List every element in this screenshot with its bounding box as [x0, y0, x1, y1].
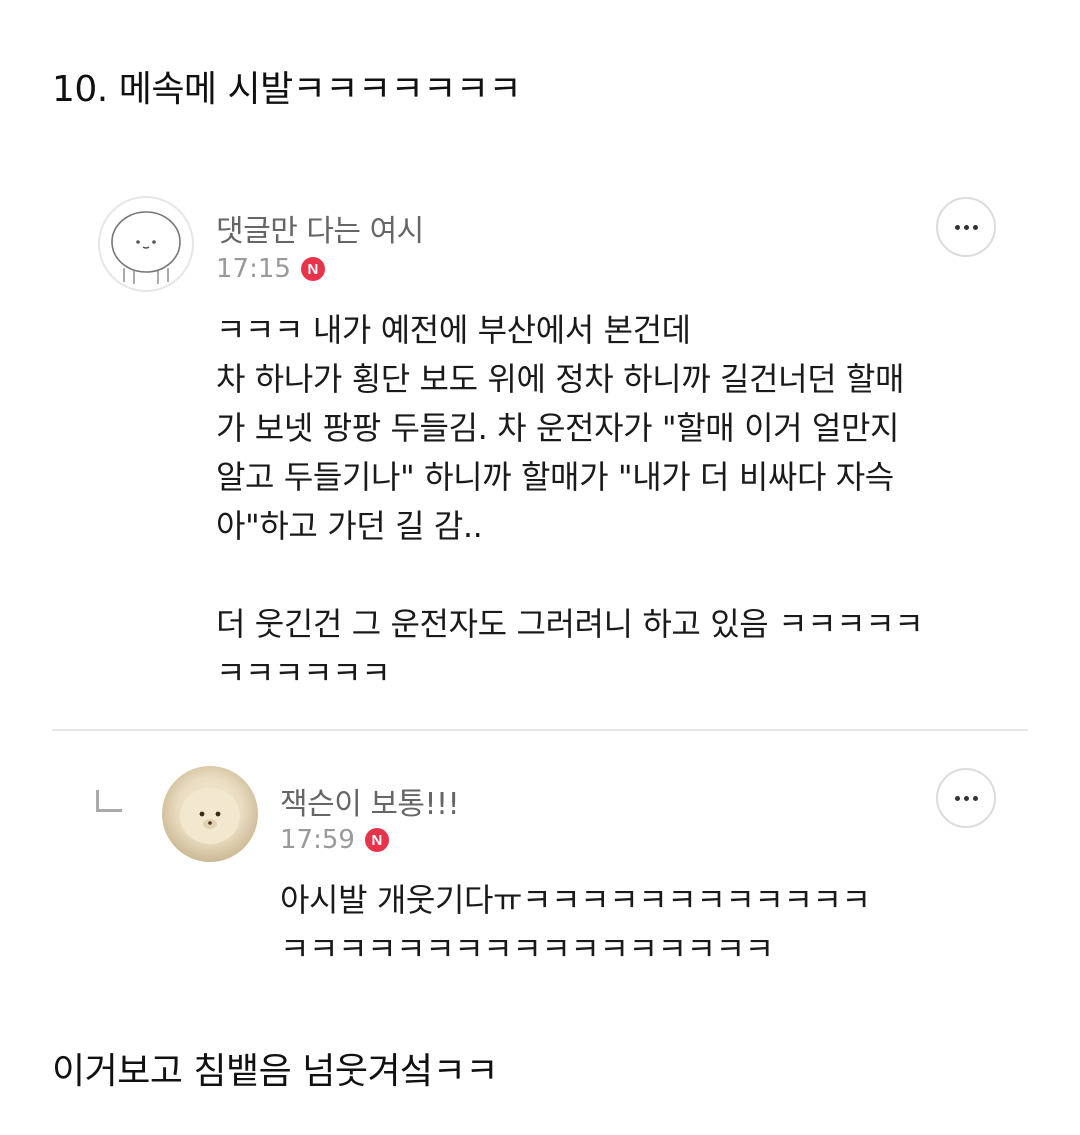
post-heading: 10. 메속메 시발ㅋㅋㅋㅋㅋㅋㅋ: [52, 69, 522, 110]
comment-body: 아시발 개웃기다ㅠㅋㅋㅋㅋㅋㅋㅋㅋㅋㅋㅋㅋ ㅋㅋㅋㅋㅋㅋㅋㅋㅋㅋㅋㅋㅋㅋㅋㅋㅋ: [280, 876, 871, 974]
post-footer-text: 이거보고 침뱉음 넘웃겨섴ㅋㅋ: [52, 1051, 498, 1092]
comment-line: ㅋㅋㅋㅋㅋㅋ: [216, 654, 391, 692]
comment-meta: 17:15 N: [216, 254, 325, 284]
comment-nickname[interactable]: 잭슨이 보통!!!: [280, 779, 460, 823]
comment-line: 더 웃긴건 그 운전자도 그러려니 하고 있음 ㅋㅋㅋㅋㅋ: [216, 605, 924, 643]
cartoon-face-avatar[interactable]: [98, 196, 194, 292]
more-dots-icon: [954, 795, 978, 801]
cartoon-face-icon: [111, 211, 181, 284]
comment-divider: [52, 729, 1028, 731]
comment-body: ㅋㅋㅋ 내가 예전에 부산에서 본건데 차 하나가 횡단 보도 위에 정차 하니…: [216, 306, 924, 698]
comment-line: ㅋㅋㅋ 내가 예전에 부산에서 본건데: [216, 311, 691, 349]
more-options-button[interactable]: [936, 768, 996, 828]
comment-time: 17:15: [216, 254, 291, 284]
comment-line: 아"하고 가던 길 감..: [216, 507, 483, 545]
teddy-bear-avatar[interactable]: [162, 766, 258, 862]
comment-line: 차 하나가 횡단 보도 위에 정차 하니까 길건너던 할매: [216, 360, 905, 398]
more-options-button[interactable]: [936, 197, 996, 257]
reply-arrow-icon: [96, 790, 122, 812]
comment-meta: 17:59 N: [280, 825, 389, 855]
comment-line: 알고 두들기나" 하니까 할매가 "내가 더 비싸다 자슥: [216, 458, 894, 496]
comment-time: 17:59: [280, 825, 355, 855]
new-badge: N: [300, 257, 325, 281]
new-badge: N: [364, 828, 389, 852]
teddy-bear-icon: [180, 788, 240, 844]
comment-line: 가 보넷 팡팡 두들김. 차 운전자가 "할매 이거 얼만지: [216, 409, 900, 447]
more-dots-icon: [954, 224, 978, 230]
comment-line: ㅋㅋㅋㅋㅋㅋㅋㅋㅋㅋㅋㅋㅋㅋㅋㅋㅋ: [280, 930, 774, 968]
comment-line: 아시발 개웃기다ㅠㅋㅋㅋㅋㅋㅋㅋㅋㅋㅋㅋㅋ: [280, 881, 871, 919]
comment-nickname[interactable]: 댓글만 다는 여시: [216, 206, 424, 250]
